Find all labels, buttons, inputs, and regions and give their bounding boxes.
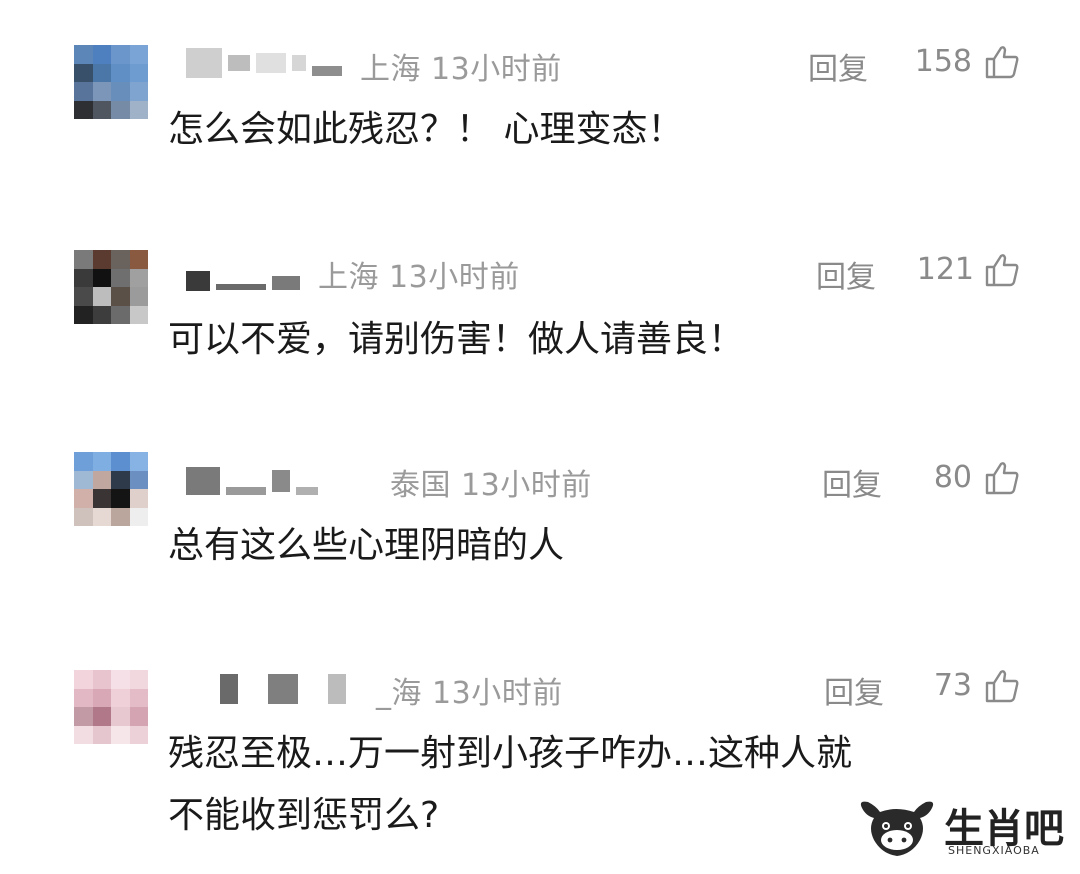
reply-button[interactable]: 回复 bbox=[824, 668, 884, 712]
watermark-subtitle: SHENGXIAOBA bbox=[948, 844, 1040, 857]
comment-text: 可以不爱，请别伤害！做人请善良！ bbox=[168, 319, 745, 360]
comment-text-line-2: 不能收到惩罚么? bbox=[168, 795, 440, 836]
location-time: 上海 13小时前 bbox=[360, 52, 562, 87]
like-count: 73 bbox=[933, 668, 972, 703]
username-masked[interactable] bbox=[186, 262, 300, 292]
username-masked[interactable] bbox=[186, 48, 342, 78]
thumbs-up-icon[interactable] bbox=[984, 460, 1020, 496]
reply-button[interactable]: 回复 bbox=[816, 252, 876, 296]
like-count: 158 bbox=[914, 44, 972, 79]
thumbs-up-icon[interactable] bbox=[984, 668, 1020, 704]
avatar[interactable] bbox=[74, 670, 148, 744]
thumbs-up-icon[interactable] bbox=[984, 44, 1020, 80]
thumbs-up-icon[interactable] bbox=[984, 252, 1020, 288]
avatar[interactable] bbox=[74, 452, 148, 526]
reply-button[interactable]: 回复 bbox=[822, 460, 882, 504]
location-time: _海 13小时前 bbox=[376, 676, 563, 711]
location-time: 泰国 13小时前 bbox=[390, 468, 592, 503]
like-count: 80 bbox=[933, 460, 972, 495]
like-count: 121 bbox=[916, 252, 974, 287]
username-masked[interactable] bbox=[186, 466, 318, 496]
ox-logo-icon bbox=[860, 801, 934, 856]
username-masked[interactable] bbox=[220, 674, 346, 704]
watermark-logo: 生肖吧 SHENGXIAOBA bbox=[856, 796, 1066, 866]
comment-text: 总有这么些心理阴暗的人 bbox=[168, 525, 565, 566]
comment-text-line-1: 残忍至极…万一射到小孩子咋办…这种人就 bbox=[168, 733, 853, 774]
avatar[interactable] bbox=[74, 250, 148, 324]
avatar[interactable] bbox=[74, 45, 148, 119]
location-time: 上海 13小时前 bbox=[318, 260, 520, 295]
reply-button[interactable]: 回复 bbox=[808, 44, 868, 88]
comment-list: 上海 13小时前 回复 158 怎么会如此残忍？！ 心理变态！ 上海 13小时前… bbox=[0, 0, 1080, 874]
comment-text: 怎么会如此残忍？！ 心理变态！ bbox=[168, 109, 684, 150]
